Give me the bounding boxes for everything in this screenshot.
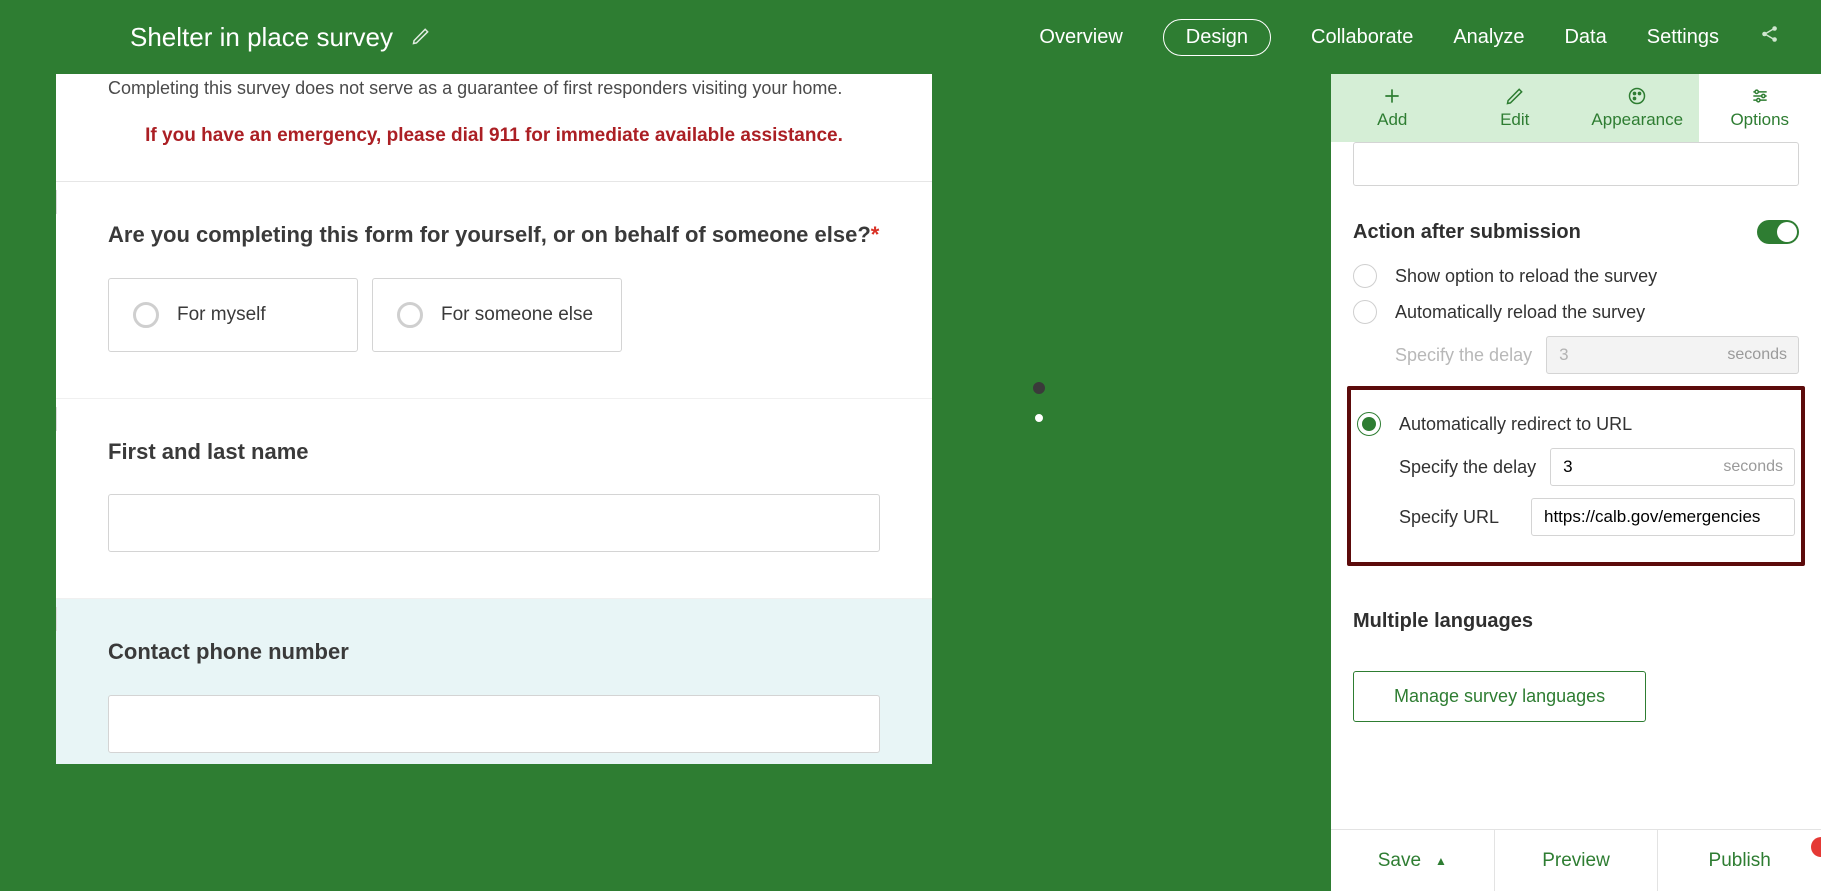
- survey-title: Shelter in place survey: [130, 22, 393, 53]
- header-nav: Overview Design Collaborate Analyze Data…: [1039, 19, 1781, 56]
- radio-icon: [397, 302, 423, 328]
- question-2-number: 2: [56, 407, 57, 431]
- question-1-title: Are you completing this form for yoursel…: [108, 220, 880, 250]
- action-after-submission-title: Action after submission: [1353, 220, 1799, 244]
- nav-overview[interactable]: Overview: [1039, 26, 1122, 49]
- radio-icon: [1353, 300, 1377, 324]
- question-1-number: 1: [56, 190, 57, 214]
- question-3-input[interactable]: [108, 695, 880, 753]
- intro-warning: If you have an emergency, please dial 91…: [108, 125, 880, 147]
- choice-label: For myself: [177, 304, 266, 326]
- panel-tab-appearance[interactable]: Appearance: [1576, 74, 1699, 142]
- redirect-option-highlight: Automatically redirect to URL Specify th…: [1347, 386, 1805, 566]
- form-canvas: Completing this survey does not serve as…: [56, 74, 932, 764]
- nav-collaborate[interactable]: Collaborate: [1311, 26, 1413, 49]
- side-panel: Add Edit Appearance Options Action after…: [1331, 74, 1821, 891]
- redirect-delay-input[interactable]: [1550, 448, 1795, 486]
- panel-tab-edit[interactable]: Edit: [1454, 74, 1577, 142]
- multiple-languages-title: Multiple languages: [1353, 610, 1799, 633]
- share-icon[interactable]: [1759, 23, 1781, 51]
- panel-tabs: Add Edit Appearance Options: [1331, 74, 1821, 142]
- pencil-icon[interactable]: [411, 22, 431, 53]
- question-1[interactable]: 1 Are you completing this form for yours…: [56, 182, 932, 399]
- survey-title-wrap: Shelter in place survey: [130, 22, 431, 53]
- url-label: Specify URL: [1399, 507, 1517, 528]
- opt-auto-reload[interactable]: Automatically reload the survey: [1353, 300, 1799, 324]
- question-2[interactable]: 2 First and last name: [56, 399, 932, 600]
- opt-auto-redirect[interactable]: Automatically redirect to URL: [1357, 412, 1795, 436]
- publish-button[interactable]: Publish: [1657, 830, 1821, 891]
- previous-setting-box[interactable]: [1353, 142, 1799, 186]
- question-1-choices: For myself For someone else: [108, 278, 880, 352]
- canvas-drag-handles: [1033, 382, 1045, 422]
- radio-icon: [1353, 264, 1377, 288]
- choice-for-myself[interactable]: For myself: [108, 278, 358, 352]
- auto-reload-delay-input: [1546, 336, 1799, 374]
- action-toggle[interactable]: [1757, 220, 1799, 244]
- auto-reload-delay-row: Specify the delay seconds: [1395, 336, 1799, 374]
- choice-for-someone-else[interactable]: For someone else: [372, 278, 622, 352]
- question-3-title: Contact phone number: [108, 637, 880, 667]
- radio-icon: [1357, 412, 1381, 436]
- nav-analyze[interactable]: Analyze: [1453, 26, 1524, 49]
- panel-body: Action after submission Show option to r…: [1331, 142, 1821, 829]
- nav-design[interactable]: Design: [1163, 19, 1271, 56]
- redirect-url-row: Specify URL: [1399, 498, 1795, 536]
- drag-handle[interactable]: [1033, 382, 1045, 394]
- drag-handle[interactable]: [1035, 414, 1043, 422]
- delay-label: Specify the delay: [1399, 457, 1536, 478]
- panel-tab-options[interactable]: Options: [1699, 74, 1821, 142]
- app-header: Shelter in place survey Overview Design …: [0, 0, 1821, 74]
- caret-up-icon: ▲: [1435, 854, 1447, 868]
- question-3[interactable]: 3 Contact phone number: [56, 599, 932, 764]
- panel-tab-add[interactable]: Add: [1331, 74, 1454, 142]
- delay-label: Specify the delay: [1395, 345, 1532, 366]
- save-button[interactable]: Save ▲: [1331, 830, 1494, 891]
- redirect-delay-row: Specify the delay seconds: [1399, 448, 1795, 486]
- required-asterisk: *: [871, 222, 880, 247]
- preview-button[interactable]: Preview: [1494, 830, 1658, 891]
- choice-label: For someone else: [441, 304, 593, 326]
- form-intro: Completing this survey does not serve as…: [56, 74, 932, 182]
- intro-text: Completing this survey does not serve as…: [108, 78, 880, 99]
- redirect-url-input[interactable]: [1531, 498, 1795, 536]
- nav-data[interactable]: Data: [1564, 26, 1606, 49]
- question-2-input[interactable]: [108, 494, 880, 552]
- question-3-number: 3: [56, 607, 57, 631]
- question-2-title: First and last name: [108, 437, 880, 467]
- panel-footer: Save ▲ Preview Publish: [1331, 829, 1821, 891]
- manage-languages-button[interactable]: Manage survey languages: [1353, 671, 1646, 722]
- radio-icon: [133, 302, 159, 328]
- opt-show-reload[interactable]: Show option to reload the survey: [1353, 264, 1799, 288]
- nav-settings[interactable]: Settings: [1647, 26, 1719, 49]
